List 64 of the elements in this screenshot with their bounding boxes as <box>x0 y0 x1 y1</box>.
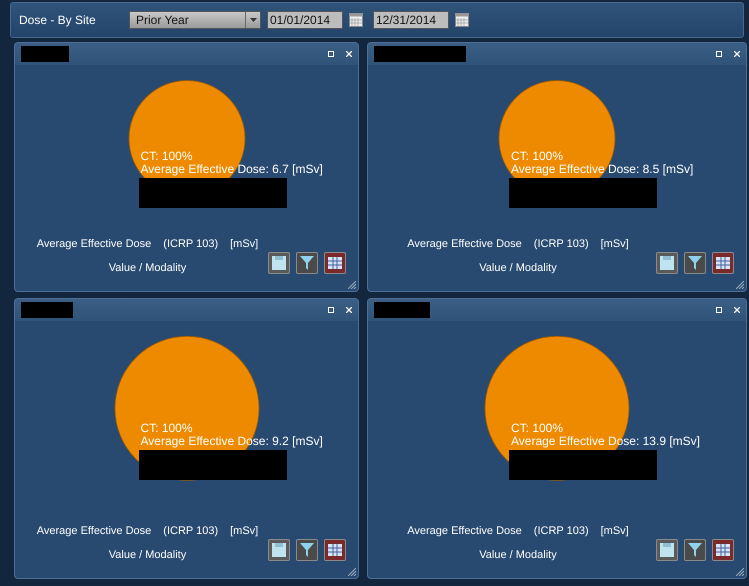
table-button[interactable] <box>324 252 346 274</box>
maximize-icon[interactable] <box>328 307 334 313</box>
legend-label: Average Effective Dose <box>36 238 152 250</box>
redacted-block <box>21 46 69 62</box>
close-icon[interactable] <box>346 51 352 57</box>
tooltip-text: CT: 100% <box>140 150 194 163</box>
tooltip-text: CT: 100% <box>511 422 564 434</box>
tooltip-text: CT: 100% <box>511 150 564 163</box>
funnel-icon <box>300 256 314 270</box>
legend-label: [mSv] <box>600 238 629 250</box>
close-icon[interactable] <box>346 307 352 313</box>
grid-icon <box>716 257 730 269</box>
report-title: Dose - By Site <box>19 13 97 27</box>
axis-label: Value / Modality <box>479 262 557 274</box>
table-button[interactable] <box>324 539 346 561</box>
maximize-icon[interactable] <box>328 51 334 57</box>
axis-label: Value / Modality <box>108 549 186 561</box>
legend-label: Average Effective Dose <box>407 238 522 250</box>
grid-icon <box>328 544 342 556</box>
grid-icon <box>716 544 730 556</box>
period-dropdown[interactable]: Prior Year <box>129 11 261 29</box>
save-button[interactable] <box>268 252 290 274</box>
table-button[interactable] <box>712 252 734 274</box>
axis-label: Value / Modality <box>108 262 186 274</box>
save-button[interactable] <box>656 539 678 561</box>
table-button[interactable] <box>712 539 734 561</box>
resize-grip-icon[interactable] <box>736 281 744 289</box>
close-icon[interactable] <box>734 51 740 57</box>
redacted-block <box>374 302 430 318</box>
tooltip-text: CT: 100% <box>140 422 194 434</box>
axis-label: Value / Modality <box>479 549 557 561</box>
close-icon[interactable] <box>734 307 740 313</box>
resize-grip-icon[interactable] <box>736 568 744 576</box>
tooltip-text: Average Effective Dose: 8.5 [mSv] <box>511 163 694 176</box>
legend-label: Average Effective Dose <box>36 525 152 537</box>
save-button[interactable] <box>656 252 678 274</box>
maximize-icon[interactable] <box>716 51 722 57</box>
legend-label: (ICRP 103) <box>534 238 589 250</box>
end-date-field[interactable]: 12/31/2014 <box>373 11 449 29</box>
redacted-block <box>21 302 73 318</box>
caret-icon <box>250 18 256 22</box>
start-date-field[interactable]: 01/01/2014 <box>267 11 343 29</box>
calendar-icon[interactable] <box>455 13 469 27</box>
tooltip-text: Average Effective Dose: 6.7 [mSv] <box>140 163 323 176</box>
legend-label: [mSv] <box>230 525 258 537</box>
legend-label: (ICRP 103) <box>163 238 218 250</box>
funnel-icon <box>688 543 702 557</box>
resize-grip-icon[interactable] <box>348 281 356 289</box>
legend-label: [mSv] <box>230 238 258 250</box>
filter-button[interactable] <box>296 539 318 561</box>
legend-label: [mSv] <box>600 525 629 537</box>
grid-icon <box>328 257 342 269</box>
resize-grip-icon[interactable] <box>348 568 356 576</box>
maximize-icon[interactable] <box>716 307 722 313</box>
save-button[interactable] <box>268 539 290 561</box>
legend-label: (ICRP 103) <box>163 525 218 537</box>
filter-button[interactable] <box>296 252 318 274</box>
calendar-icon[interactable] <box>349 13 363 27</box>
legend-label: (ICRP 103) <box>534 525 589 537</box>
funnel-icon <box>300 543 314 557</box>
filter-button[interactable] <box>684 252 706 274</box>
funnel-icon <box>688 256 702 270</box>
legend-label: Average Effective Dose <box>407 525 522 537</box>
filter-button[interactable] <box>684 539 706 561</box>
